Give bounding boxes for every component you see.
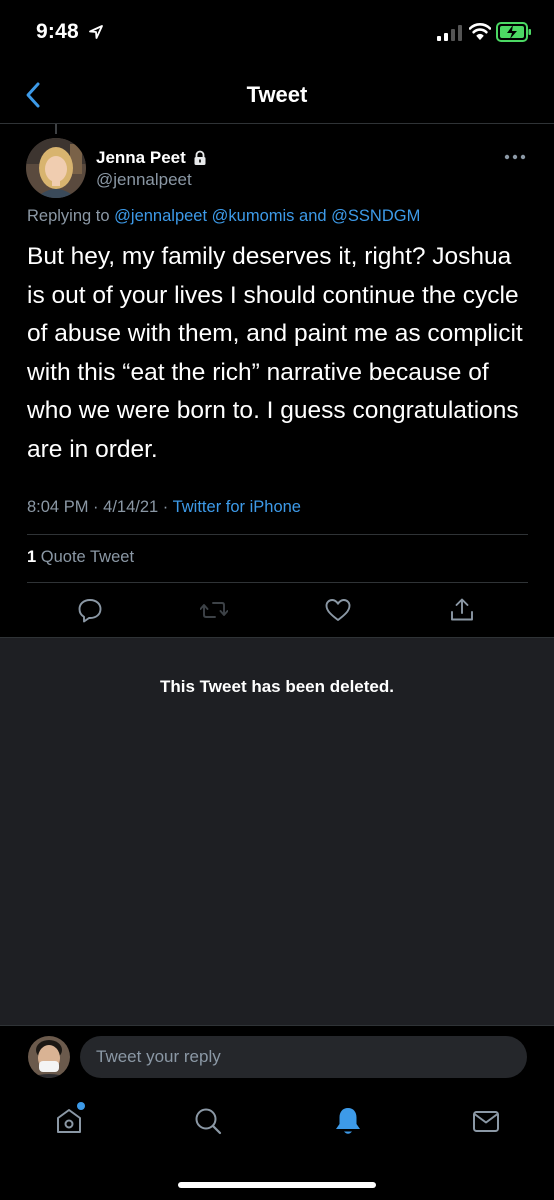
- status-time: 9:48: [36, 20, 79, 43]
- author-name-row[interactable]: Jenna Peet: [96, 148, 208, 168]
- like-icon: [325, 599, 351, 621]
- reply-button[interactable]: [75, 595, 105, 625]
- deleted-tweet-panel: This Tweet has been deleted.: [0, 637, 554, 1025]
- search-icon: [195, 1108, 222, 1135]
- user-avatar-photo: [28, 1036, 70, 1078]
- reply-bar: [0, 1025, 554, 1087]
- quote-count: 1: [27, 548, 37, 566]
- meta-separator: ·: [93, 498, 99, 516]
- home-indicator[interactable]: [178, 1182, 376, 1188]
- messages-mail-icon: [473, 1111, 499, 1132]
- retweet-button[interactable]: [199, 595, 229, 625]
- avatar-photo: [26, 138, 86, 198]
- divider: [27, 582, 528, 583]
- tweet-date: 4/14/21: [103, 498, 159, 516]
- quote-label: Quote Tweet: [40, 548, 135, 566]
- deleted-tweet-message: This Tweet has been deleted.: [160, 677, 394, 696]
- tweet-actions: [0, 593, 554, 629]
- more-horizontal-icon[interactable]: [502, 150, 528, 164]
- reply-input[interactable]: [80, 1036, 527, 1078]
- replying-conjunction[interactable]: and: [299, 207, 327, 225]
- new-content-dot: [77, 1102, 85, 1110]
- like-button[interactable]: [323, 595, 353, 625]
- share-icon: [451, 598, 473, 621]
- quote-tweets-count[interactable]: 1 Quote Tweet: [27, 548, 134, 567]
- reply-icon: [78, 599, 102, 623]
- author-name[interactable]: Jenna Peet: [96, 148, 186, 168]
- home-icon: [57, 1109, 81, 1133]
- tweet-meta: 8:04 PM · 4/14/21 · Twitter for iPhone: [27, 498, 301, 517]
- cellular-signal-icon: [437, 25, 462, 41]
- mention-link-1[interactable]: @jennalpeet: [114, 207, 207, 225]
- nav-bar: Tweet: [0, 66, 554, 124]
- tab-messages[interactable]: [466, 1101, 506, 1141]
- location-arrow-icon: [89, 25, 103, 39]
- replying-prefix: Replying to: [27, 207, 110, 225]
- notifications-bell-icon: [336, 1108, 360, 1134]
- divider: [27, 534, 528, 535]
- tab-notifications[interactable]: [328, 1101, 368, 1141]
- battery-charging-icon: [496, 22, 531, 42]
- tweet-text: But hey, my family deserves it, right? J…: [27, 243, 523, 463]
- tab-search[interactable]: [188, 1101, 228, 1141]
- retweet-icon: [200, 602, 228, 618]
- wifi-icon: [469, 23, 491, 40]
- mention-link-3[interactable]: @SSNDGM: [331, 207, 420, 225]
- mention-link-2[interactable]: @kumomis: [212, 207, 295, 225]
- thread-connector-line: [55, 124, 57, 134]
- status-bar: 9:48: [0, 0, 554, 66]
- tweet-time: 8:04 PM: [27, 498, 89, 516]
- user-avatar[interactable]: [28, 1036, 70, 1078]
- meta-separator: ·: [162, 498, 169, 516]
- author-avatar[interactable]: [26, 138, 86, 198]
- tab-bar: [0, 1087, 554, 1200]
- replying-to: Replying to @jennalpeet @kumomis and @SS…: [27, 207, 420, 226]
- lock-icon: [194, 150, 206, 165]
- page-title: Tweet: [246, 82, 308, 107]
- author-handle[interactable]: @jennalpeet: [96, 170, 192, 190]
- share-button[interactable]: [447, 595, 477, 625]
- tweet-source-link[interactable]: Twitter for iPhone: [173, 498, 301, 516]
